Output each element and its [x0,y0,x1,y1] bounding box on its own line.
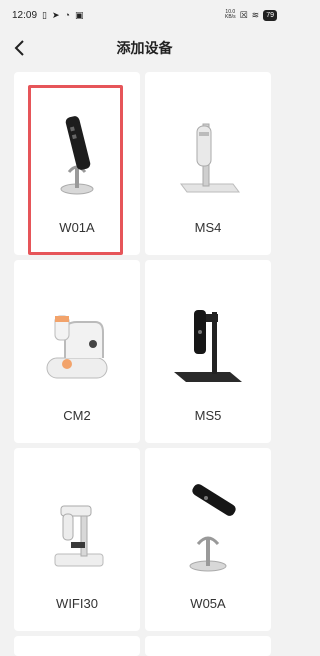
device-name: W01A [59,220,95,235]
w01a-microscope-image [60,116,94,195]
device-card-w05a[interactable]: W05A [145,448,271,631]
app-notification-icon: ◔ [64,9,70,20]
box-icon: ☒ [239,9,248,20]
ms5-microscope-image [174,310,242,382]
device-card-w01a[interactable]: W01A [14,72,140,255]
w05a-microscope-image [189,484,236,572]
device-name: CM2 [63,408,91,423]
page-title: 添加设备 [116,40,173,56]
device-name: W05A [190,596,226,611]
device-card-ms4[interactable]: MS4 [145,72,271,255]
device-card-partial[interactable] [14,636,140,656]
wifi-icon: ≋ [251,9,260,20]
wifi30-microscope-image [54,505,104,567]
device-card-cm2[interactable]: CM2 [14,260,140,443]
status-bar: 12:09 ▯ ➤ ◔ ▣ 10.0 KB/s ☒ ≋ 79 [0,0,289,30]
status-time: 12:09 [12,9,38,21]
device-grid: W01A MS4 CM2 MS5 WIFI30 W05A [14,72,273,656]
network-speed: 10.0 KB/s [225,10,236,20]
battery-indicator: 79 [263,9,277,21]
device-name: WIFI30 [56,596,98,611]
message-icon: ▣ [74,9,84,20]
telegram-icon: ➤ [51,9,60,20]
device-card-ms5[interactable]: MS5 [145,260,271,443]
device-card-wifi30[interactable]: WIFI30 [14,448,140,631]
device-card-partial[interactable] [145,636,271,656]
device-name: MS5 [194,408,222,423]
ms4-microscope-image [180,123,240,193]
device-name: MS4 [194,220,222,235]
cm2-microscope-image [46,315,108,379]
sim-icon: ▯ [42,9,47,20]
top-bar: 添加设备 [0,30,289,66]
network-speed-unit: KB/s [225,14,236,20]
